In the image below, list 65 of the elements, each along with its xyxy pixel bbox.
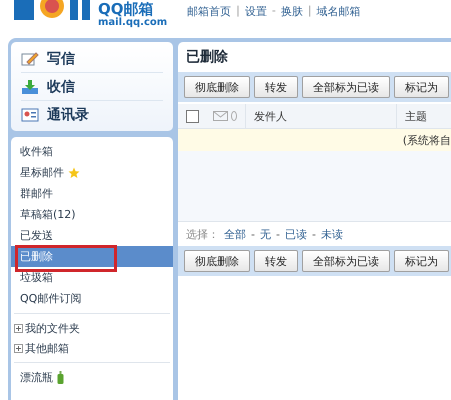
folder-label: QQ邮件订阅 [20, 291, 82, 306]
expand-icon[interactable] [14, 344, 23, 352]
expand-icon[interactable] [14, 324, 23, 332]
quick-action-link[interactable]: 收信 [21, 73, 163, 101]
nav-link[interactable]: 域名邮箱 [316, 4, 361, 19]
toolbar-button[interactable]: 彻底删除 [184, 76, 250, 98]
select-label: 选择： [186, 226, 219, 242]
folder-group-label: 我的文件夹 [25, 320, 80, 336]
nav-separator: | [308, 4, 312, 19]
folder-label: 已发送 [20, 228, 53, 243]
folder-item[interactable]: 已发送 [11, 225, 173, 246]
select-option-link[interactable]: 未读 [320, 226, 343, 242]
column-header: 主题 [396, 104, 451, 128]
select-option-link[interactable]: 全部 [224, 226, 246, 242]
folder-label: 垃圾箱 [20, 270, 53, 285]
nav-separator: | [236, 4, 240, 19]
toolbar-button[interactable]: 转发 [254, 76, 298, 98]
toolbar-button[interactable]: 全部标为已读 [302, 76, 390, 98]
envelope-attachment-icon [213, 111, 239, 121]
toolbar-button[interactable]: 标记为 [394, 76, 449, 98]
folder-label: 草稿箱(12) [20, 207, 76, 222]
folder-item[interactable]: 草稿箱(12) [11, 204, 173, 225]
folder-label: 已删除 [20, 249, 53, 264]
folder-title: 已删除 [185, 48, 229, 67]
star-icon [68, 166, 80, 178]
folder-item[interactable]: 星标邮件 [11, 162, 173, 183]
folder-item[interactable]: 群邮件 [11, 183, 173, 204]
folder-group-link[interactable]: 我的文件夹 [11, 318, 173, 338]
extra-link[interactable]: 漂流瓶 [11, 367, 173, 388]
quick-action-label: 通讯录 [47, 106, 89, 124]
folder-label: 收件箱 [20, 144, 53, 159]
select-option-link[interactable]: 无 [260, 226, 271, 242]
folder-group-link[interactable]: 其他邮箱 [11, 338, 173, 358]
bottle-icon [57, 371, 64, 384]
extra-label: 漂流瓶 [20, 370, 53, 385]
toolbar-button[interactable]: 标记为 [394, 250, 449, 272]
nav-separator: - [272, 4, 276, 19]
toolbar-button[interactable]: 彻底删除 [184, 250, 250, 272]
folder-item[interactable]: 垃圾箱 [11, 267, 173, 288]
nav-link[interactable]: 设置 [244, 4, 267, 19]
select-separator: - [312, 228, 316, 240]
toolbar-button[interactable]: 转发 [254, 250, 298, 272]
folder-item[interactable]: QQ邮件订阅 [11, 288, 173, 309]
column-header: 发件人 [245, 104, 396, 128]
nav-link[interactable]: 邮箱首页 [187, 4, 232, 19]
inbox-icon [21, 78, 39, 94]
select-option-link[interactable]: 已读 [284, 226, 307, 242]
nav-link[interactable]: 换肤 [280, 4, 303, 19]
logo-name: QQ邮箱 [98, 1, 154, 17]
quick-action-label: 收信 [47, 78, 75, 96]
quick-action-link[interactable]: 通讯录 [21, 101, 163, 128]
toolbar-button[interactable]: 全部标为已读 [302, 250, 390, 272]
folder-item[interactable]: 收件箱 [11, 141, 173, 162]
contact-card-icon [21, 106, 39, 122]
folder-label: 群邮件 [20, 186, 53, 201]
folder-label: 星标邮件 [20, 165, 64, 180]
quick-action-link[interactable]: 写信 [21, 45, 163, 73]
select-separator: - [276, 228, 280, 240]
notice-text: (系统将自 [178, 129, 451, 151]
logo-domain: mail.qq.com [98, 17, 168, 28]
select-separator: - [251, 228, 255, 240]
pencil-icon [21, 50, 39, 66]
select-all-checkbox[interactable] [186, 110, 199, 122]
quick-action-label: 写信 [47, 50, 75, 68]
folder-group-label: 其他邮箱 [25, 340, 69, 356]
